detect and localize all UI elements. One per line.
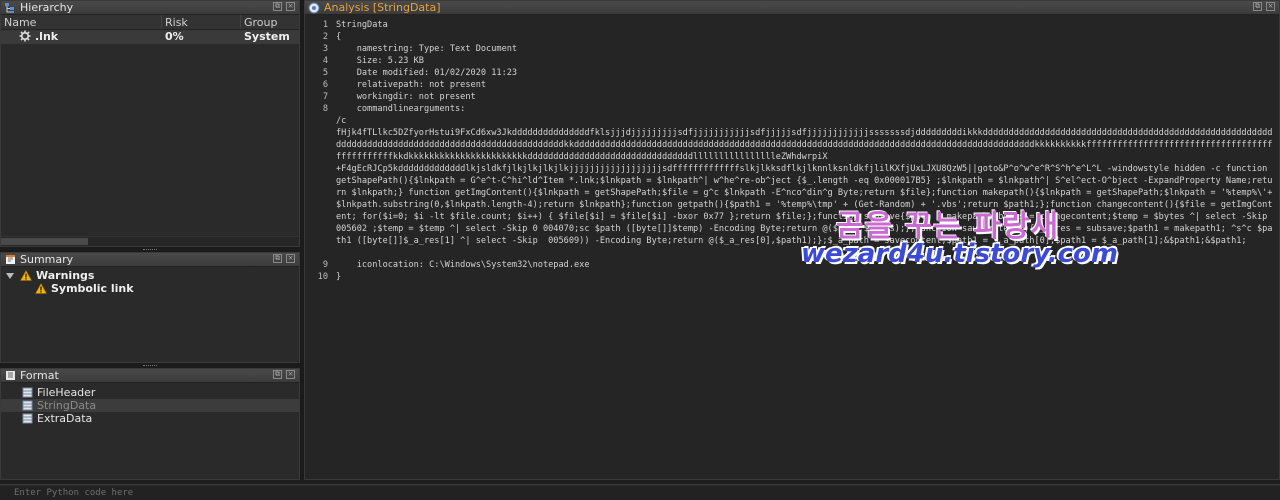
structure-icon	[22, 413, 33, 424]
horizontal-scrollbar[interactable]	[1, 236, 299, 246]
column-risk[interactable]: Risk	[162, 15, 241, 29]
code-line: Date modified: 01/02/2020 11:23	[336, 68, 518, 78]
table-row[interactable]: .lnk 0% System	[1, 30, 299, 44]
row-name-cell: .lnk	[1, 30, 162, 44]
line-number-gutter: 1 2 3 4 5 6 7 8 9 10	[305, 19, 331, 283]
code-line: iconlocation: C:\Windows\System32\notepa…	[336, 260, 590, 270]
format-title: Format	[20, 369, 59, 382]
line-number: 10	[317, 272, 328, 282]
scrollbar-thumb[interactable]	[1, 238, 88, 245]
structure-icon	[22, 400, 33, 411]
hierarchy-title-bar[interactable]: Hierarchy ⧉ ×	[1, 1, 299, 15]
line-number: 9	[322, 260, 328, 270]
format-item-fileheader[interactable]: FileHeader	[1, 386, 299, 399]
restore-icon[interactable]: ⧉	[273, 2, 282, 11]
analysis-icon	[308, 2, 320, 14]
symbolic-link-label: Symbolic link	[51, 282, 134, 295]
tree-item-symbolic-link[interactable]: Symbolic link	[1, 282, 299, 295]
python-console	[0, 484, 1280, 500]
format-item-label: ExtraData	[37, 412, 93, 425]
summary-icon	[4, 254, 16, 266]
structure-icon	[22, 387, 33, 398]
format-item-label: FileHeader	[37, 386, 96, 399]
format-item-label: StringData	[37, 399, 97, 412]
line-number: 2	[322, 32, 328, 42]
column-group[interactable]: Group	[241, 15, 299, 29]
restore-icon[interactable]: ⧉	[273, 254, 282, 263]
row-risk: 0%	[165, 30, 184, 43]
format-icon	[4, 370, 16, 382]
summary-title-bar[interactable]: Summary ⧉ ×	[1, 253, 299, 267]
hierarchy-header: Name Risk Group	[1, 15, 299, 30]
line-number: 4	[322, 56, 328, 66]
analysis-title-bar[interactable]: Analysis [StringData] ⧉ ×	[305, 1, 1279, 15]
code-line: StringData	[336, 20, 388, 30]
warning-icon	[34, 282, 48, 294]
line-number: 5	[322, 68, 328, 78]
line-number: 3	[322, 44, 328, 54]
line-number: 7	[322, 92, 328, 102]
row-group: System	[244, 30, 290, 43]
close-icon[interactable]: ×	[286, 2, 295, 11]
format-item-extradata[interactable]: ExtraData	[1, 412, 299, 425]
code-view[interactable]: 1 2 3 4 5 6 7 8 9 10 StringData { namest…	[305, 16, 1279, 479]
code-text: StringData { namestring: Type: Text Docu…	[336, 19, 1276, 283]
expand-arrow-icon[interactable]	[6, 272, 14, 279]
hierarchy-panel: Hierarchy ⧉ × Name Risk Group .lnk 0% Sys…	[0, 0, 300, 247]
python-input[interactable]	[0, 485, 1280, 500]
line-number: 6	[322, 80, 328, 90]
restore-icon[interactable]: ⧉	[1253, 2, 1262, 11]
close-icon[interactable]: ×	[286, 370, 295, 379]
gear-icon	[19, 30, 31, 42]
summary-title: Summary	[20, 253, 74, 266]
row-name: .lnk	[35, 30, 59, 43]
hierarchy-icon	[4, 2, 16, 14]
line-number: 8	[322, 104, 328, 114]
tree-node-warnings[interactable]: Warnings	[1, 269, 299, 282]
splitter-grip	[143, 249, 157, 251]
code-line: relativepath: not present	[336, 80, 487, 90]
splitter-grip	[143, 365, 157, 367]
column-name[interactable]: Name	[1, 15, 162, 29]
command-line-arguments: /c fHjk4fTLlkc5DZfyorHstui9FxCd6xw3Jkddd…	[336, 116, 1273, 246]
analysis-panel: Analysis [StringData] ⧉ × 1 2 3 4 5 6 7 8…	[304, 0, 1280, 480]
warnings-label: Warnings	[36, 269, 95, 282]
code-line: Size: 5.23 KB	[336, 56, 424, 66]
code-line: }	[336, 272, 342, 282]
line-number: 1	[322, 20, 328, 30]
analysis-title: Analysis [StringData]	[324, 1, 441, 14]
format-title-bar[interactable]: Format ⧉ ×	[1, 369, 299, 383]
format-item-stringdata[interactable]: StringData	[1, 399, 299, 412]
close-icon[interactable]: ×	[286, 254, 295, 263]
summary-panel: Summary ⧉ × Warnings Symbolic link	[0, 252, 300, 363]
code-line: workingdir: not present	[336, 92, 476, 102]
code-line: commandlinearguments:	[336, 104, 466, 114]
hierarchy-title: Hierarchy	[20, 1, 74, 14]
restore-icon[interactable]: ⧉	[273, 370, 282, 379]
code-line: namestring: Type: Text Document	[336, 44, 518, 54]
close-icon[interactable]: ×	[1266, 2, 1275, 11]
format-panel: Format ⧉ × FileHeader StringData ExtraDat…	[0, 368, 300, 480]
warning-icon	[19, 269, 33, 281]
code-line: {	[336, 32, 342, 42]
